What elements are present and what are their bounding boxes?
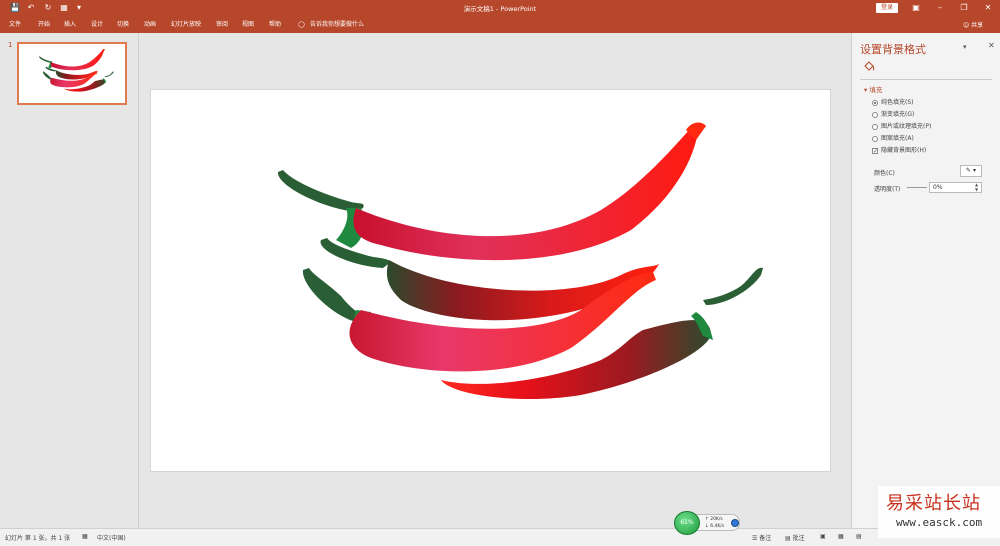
chili-peppers-image[interactable] (151, 90, 832, 473)
memory-percent: 61% (674, 511, 700, 535)
tab-home[interactable]: 开始 (38, 20, 50, 29)
checkbox-icon: ✓ (872, 147, 879, 155)
thumbnail-preview (39, 49, 114, 92)
download-speed: ↓ 6.4K/s (705, 524, 725, 529)
transparency-label: 透明度(T) (874, 186, 901, 193)
login-button[interactable]: 登录 (876, 3, 898, 13)
normal-view-icon[interactable]: ▣ (820, 533, 826, 540)
tab-design[interactable]: 设计 (91, 20, 103, 29)
pane-options-dropdown-icon[interactable]: ▾ (963, 43, 967, 51)
site-watermark: 易采站长站 www.easck.com (878, 486, 1000, 538)
slide-thumbnail[interactable] (17, 42, 127, 105)
network-speed-widget[interactable]: ↑ 20K/s ↓ 6.4K/s 61% (674, 511, 742, 535)
tab-help[interactable]: 帮助 (269, 20, 281, 29)
window-title: 演示文稿1 - PowerPoint (463, 5, 537, 13)
person-icon: ☺ (963, 22, 972, 29)
notes-button[interactable]: ☰ 备注 (752, 533, 771, 542)
comments-button[interactable]: ▤ 批注 (785, 533, 805, 542)
lightbulb-icon: ◯ (298, 21, 305, 28)
radio-icon (872, 99, 878, 106)
transparency-slider[interactable] (907, 187, 927, 188)
format-background-pane: 设置背景格式 ▾ ✕ ▾ 填充 纯色填充(S) 渐变填充(G) 图片或纹理填充(… (851, 33, 1000, 528)
tab-insert[interactable]: 插入 (64, 20, 76, 29)
tab-view[interactable]: 视图 (242, 20, 254, 29)
tab-review[interactable]: 审阅 (216, 20, 228, 29)
language-indicator[interactable]: 中文(中国) (97, 533, 126, 542)
reading-view-icon[interactable]: ▤ (856, 533, 862, 540)
color-label: 颜色(C) (874, 170, 895, 177)
option-picture-fill[interactable]: 图片或纹理填充(P) (872, 123, 931, 131)
ribbon-display-icon[interactable]: ▣ (906, 1, 926, 15)
pane-title: 设置背景格式 (860, 43, 926, 56)
slide-canvas[interactable] (150, 89, 831, 472)
option-pattern-fill[interactable]: 图案填充(A) (872, 135, 914, 143)
spinner-arrows-icon[interactable]: ▲ ▼ (975, 182, 978, 192)
paint-bucket-icon[interactable] (862, 60, 876, 74)
option-hide-background-graphics[interactable]: ✓ 隐藏背景图形(H) (872, 147, 926, 155)
radio-icon (872, 123, 878, 130)
radio-icon (872, 135, 878, 142)
close-icon[interactable]: ✕ (978, 1, 998, 15)
thumbnail-number: 1 (8, 41, 13, 49)
tab-slideshow[interactable]: 幻灯片放映 (171, 20, 201, 29)
share-button[interactable]: ☺ 共享 (963, 20, 983, 29)
spellcheck-icon[interactable]: ▦ (82, 533, 88, 540)
tab-file[interactable]: 文件 (9, 20, 21, 29)
color-picker-button[interactable]: ✎ ▾ (960, 165, 982, 177)
restore-icon[interactable]: ❐ (954, 1, 974, 15)
slide-sorter-icon[interactable]: ▦ (838, 533, 844, 540)
fill-section-header[interactable]: ▾ 填充 (864, 84, 882, 94)
tab-animations[interactable]: 动画 (144, 20, 156, 29)
accelerate-icon[interactable] (731, 519, 739, 527)
option-gradient-fill[interactable]: 渐变填充(G) (872, 111, 914, 119)
paint-bucket-icon: ✎ (966, 167, 972, 174)
pane-divider (860, 79, 992, 80)
status-bar: 幻灯片 第 1 张，共 1 张 ▦ 中文(中国) ☰ 备注 ▤ 批注 ▣ ▦ ▤ (0, 528, 1000, 546)
title-bar: 💾 ↶ ↻ ▦ ▾ 演示文稿1 - PowerPoint 登录 ▣ – ❐ ✕ (0, 0, 1000, 16)
network-speed-box: ↑ 20K/s ↓ 6.4K/s (694, 514, 740, 531)
watermark-text: 易采站长站 (886, 493, 981, 514)
radio-icon (872, 111, 878, 118)
slide-thumbnail-pane: 1 (0, 33, 139, 528)
slide-info: 幻灯片 第 1 张，共 1 张 (5, 535, 71, 542)
ribbon-tab-row: 文件 开始 插入 设计 切换 动画 幻灯片放映 审阅 视图 帮助 ◯ 告诉我你想… (0, 16, 1000, 33)
option-solid-fill[interactable]: 纯色填充(S) (872, 99, 914, 107)
pane-close-icon[interactable]: ✕ (988, 41, 995, 50)
minimize-icon[interactable]: – (930, 1, 950, 15)
watermark-url: www.easck.com (896, 516, 983, 529)
tab-transitions[interactable]: 切换 (117, 20, 129, 29)
comment-icon: ▤ (785, 535, 793, 542)
tell-me-search[interactable]: 告诉我你想要做什么 (310, 20, 364, 29)
upload-speed: ↑ 20K/s (705, 517, 723, 522)
